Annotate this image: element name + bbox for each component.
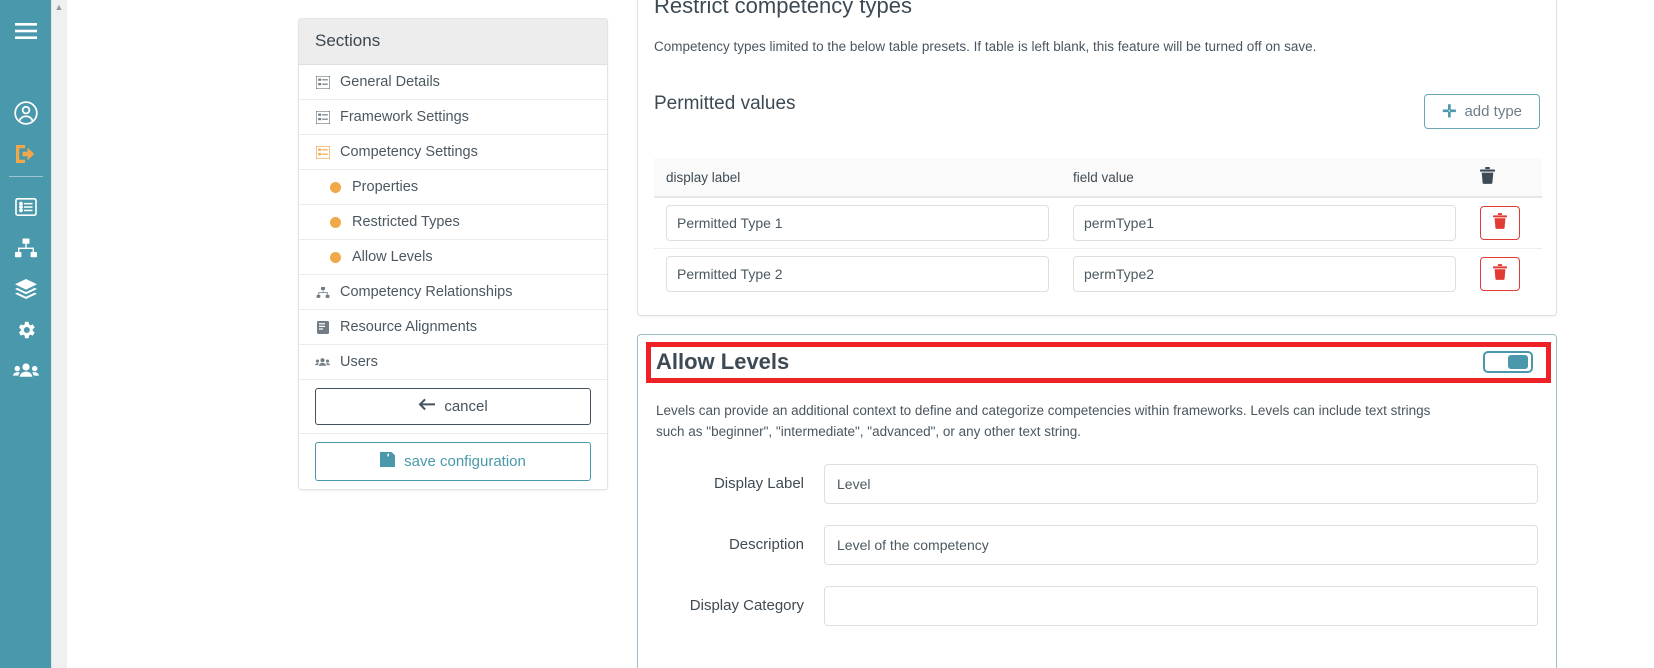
display-label-input[interactable] <box>824 463 1538 504</box>
list-alt-icon <box>315 75 330 89</box>
cancel-button-label: cancel <box>444 398 488 415</box>
table-body <box>654 197 1542 299</box>
restrict-competency-types-description: Competency types limited to the below ta… <box>654 39 1317 54</box>
sections-panel-title: Sections <box>299 19 607 65</box>
sidebar-item-restricted-types[interactable]: Restricted Types <box>299 205 607 240</box>
sidebar-item-label: Restricted Types <box>352 214 460 230</box>
allow-levels-toggle[interactable] <box>1483 351 1533 373</box>
display-label-label: Display Label <box>713 475 804 493</box>
sidebar-item-label: Users <box>340 354 378 370</box>
table-row <box>654 249 1542 300</box>
field-row-display-category: Display Category <box>656 565 1538 626</box>
gear-icon[interactable] <box>0 309 51 350</box>
users-icon[interactable] <box>0 350 51 391</box>
permitted-type-field-value-input-1[interactable] <box>1073 205 1456 241</box>
sections-panel: Sections General Details Framework Setti… <box>298 18 608 490</box>
users-icon <box>315 357 330 368</box>
user-account-icon[interactable] <box>0 92 51 133</box>
page-scrollbar[interactable] <box>51 0 67 668</box>
allow-levels-header: Allow Levels <box>638 335 1556 389</box>
permitted-type-field-value-input-2[interactable] <box>1073 256 1456 292</box>
list-icon[interactable] <box>0 186 51 227</box>
sidebar-item-general-details[interactable]: General Details <box>299 65 607 100</box>
trash-icon <box>1480 167 1495 187</box>
column-header-delete <box>1468 158 1542 198</box>
save-button-wrapper: save configuration <box>299 434 607 489</box>
restrict-competency-types-panel: Restrict competency types Competency typ… <box>637 0 1557 316</box>
permitted-type-display-label-input-1[interactable] <box>666 205 1049 241</box>
sidebar-item-framework-settings[interactable]: Framework Settings <box>299 100 607 135</box>
sidebar-item-label: General Details <box>340 74 440 90</box>
field-row-description: Description <box>656 504 1538 565</box>
toggle-knob <box>1508 355 1528 369</box>
add-type-button-label: add type <box>1464 103 1522 120</box>
sitemap-icon[interactable] <box>0 227 51 268</box>
delete-row-button-1[interactable] <box>1480 206 1520 240</box>
table-header: display label field value <box>654 158 1542 198</box>
main-content: Restrict competency types Competency typ… <box>637 0 1654 668</box>
permitted-values-heading: Permitted values <box>654 93 796 114</box>
left-icon-rail <box>0 0 51 668</box>
sidebar-item-competency-relationships[interactable]: Competency Relationships <box>299 275 607 310</box>
sidebar-item-allow-levels[interactable]: Allow Levels <box>299 240 607 275</box>
cell-delete <box>1468 197 1542 249</box>
cancel-button[interactable]: cancel <box>315 388 591 425</box>
add-type-button[interactable]: ✛ add type <box>1424 94 1540 129</box>
allow-levels-description: Levels can provide an additional context… <box>656 403 1431 439</box>
sidebar-item-label: Framework Settings <box>340 109 469 125</box>
scroll-up-arrow-icon[interactable]: ▲ <box>51 3 67 15</box>
layers-icon[interactable] <box>0 268 51 309</box>
list-alt-icon <box>315 110 330 124</box>
allow-levels-title: Allow Levels <box>656 349 790 374</box>
column-header-display-label: display label <box>654 158 1061 198</box>
table-row <box>654 197 1542 249</box>
description-input[interactable] <box>824 524 1538 565</box>
sidebar-item-properties[interactable]: Properties <box>299 170 607 205</box>
sidebar-item-competency-settings[interactable]: Competency Settings <box>299 135 607 170</box>
logout-icon[interactable] <box>0 133 51 174</box>
cell-field-value <box>1061 249 1468 300</box>
trash-icon <box>1493 212 1507 234</box>
display-category-label: Display Category <box>689 597 804 615</box>
rail-divider <box>8 176 43 177</box>
sidebar-item-label: Competency Relationships <box>340 284 513 300</box>
sidebar-item-resource-alignments[interactable]: Resource Alignments <box>299 310 607 345</box>
trash-icon <box>1493 263 1507 285</box>
delete-row-button-2[interactable] <box>1480 257 1520 291</box>
arrow-left-icon <box>418 398 436 415</box>
cell-display-label <box>654 249 1061 300</box>
allow-levels-panel: Allow Levels Levels can provide an addit… <box>637 334 1557 668</box>
save-button-label: save configuration <box>404 453 526 470</box>
sitemap-icon <box>315 286 330 299</box>
permitted-values-table: display label field value <box>654 158 1542 299</box>
display-category-input[interactable] <box>824 585 1538 626</box>
sidebar-item-label: Resource Alignments <box>340 319 478 335</box>
save-disk-icon <box>380 452 396 471</box>
cell-delete <box>1468 249 1542 300</box>
bullet-icon <box>327 251 342 263</box>
save-configuration-button[interactable]: save configuration <box>315 442 591 481</box>
cell-display-label <box>654 197 1061 249</box>
sidebar-item-label: Allow Levels <box>352 249 433 265</box>
cell-field-value <box>1061 197 1468 249</box>
bullet-icon <box>327 181 342 193</box>
sidebar-item-label: Competency Settings <box>340 144 478 160</box>
column-header-field-value: field value <box>1061 158 1468 198</box>
plus-icon: ✛ <box>1442 102 1457 121</box>
permitted-type-display-label-input-2[interactable] <box>666 256 1049 292</box>
restrict-competency-types-heading: Restrict competency types <box>654 0 912 18</box>
hamburger-menu-icon[interactable] <box>0 10 51 51</box>
field-row-display-label: Display Label <box>656 443 1538 504</box>
sidebar-item-users[interactable]: Users <box>299 345 607 380</box>
sidebar-item-label: Properties <box>352 179 419 195</box>
description-label: Description <box>728 536 804 554</box>
cancel-button-wrapper: cancel <box>299 380 607 434</box>
list-alt-icon <box>315 145 330 159</box>
table-header-row: display label field value <box>654 158 1542 198</box>
book-icon <box>315 320 330 334</box>
bullet-icon <box>327 216 342 228</box>
